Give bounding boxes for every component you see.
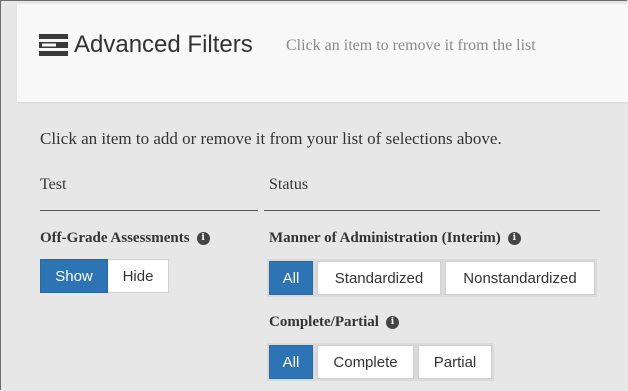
off-grade-toggle: Show Hide bbox=[40, 259, 169, 293]
page-title: Advanced Filters bbox=[74, 31, 253, 58]
off-grade-label: Off-Grade Assessments i bbox=[40, 230, 210, 247]
instructions-text: Click an item to add or remove it from y… bbox=[40, 129, 502, 148]
test-column-divider bbox=[40, 210, 258, 211]
complete-button[interactable]: Complete bbox=[317, 345, 414, 379]
manner-label-text: Manner of Administration (Interim) bbox=[269, 230, 501, 246]
complete-partial-all-button[interactable]: All bbox=[269, 345, 313, 379]
partial-button[interactable]: Partial bbox=[418, 345, 492, 379]
standardized-button[interactable]: Standardized bbox=[317, 261, 441, 295]
filters-header: Advanced Filters Click an item to remove… bbox=[17, 4, 628, 102]
complete-partial-label: Complete/Partial i bbox=[269, 314, 399, 331]
header-hint: Click an item to remove it from the list bbox=[286, 37, 536, 54]
show-button[interactable]: Show bbox=[40, 259, 108, 293]
info-icon[interactable]: i bbox=[507, 232, 521, 245]
filter-list-icon bbox=[39, 34, 68, 56]
manner-options: All Standardized Nonstandardized bbox=[267, 259, 597, 297]
off-grade-label-text: Off-Grade Assessments bbox=[40, 230, 190, 246]
hide-button[interactable]: Hide bbox=[108, 259, 169, 293]
info-icon[interactable]: i bbox=[385, 316, 399, 329]
complete-partial-label-text: Complete/Partial bbox=[269, 314, 379, 330]
info-icon[interactable]: i bbox=[196, 232, 210, 245]
manner-all-button[interactable]: All bbox=[269, 261, 313, 295]
advanced-filters-panel: Advanced Filters Click an item to remove… bbox=[0, 0, 628, 390]
status-column-heading: Status bbox=[269, 176, 309, 193]
complete-partial-options: All Complete Partial bbox=[267, 343, 494, 381]
nonstandardized-button[interactable]: Nonstandardized bbox=[445, 261, 595, 295]
test-column-heading: Test bbox=[40, 176, 67, 193]
status-column-divider bbox=[264, 210, 600, 211]
manner-label: Manner of Administration (Interim) i bbox=[269, 230, 521, 247]
